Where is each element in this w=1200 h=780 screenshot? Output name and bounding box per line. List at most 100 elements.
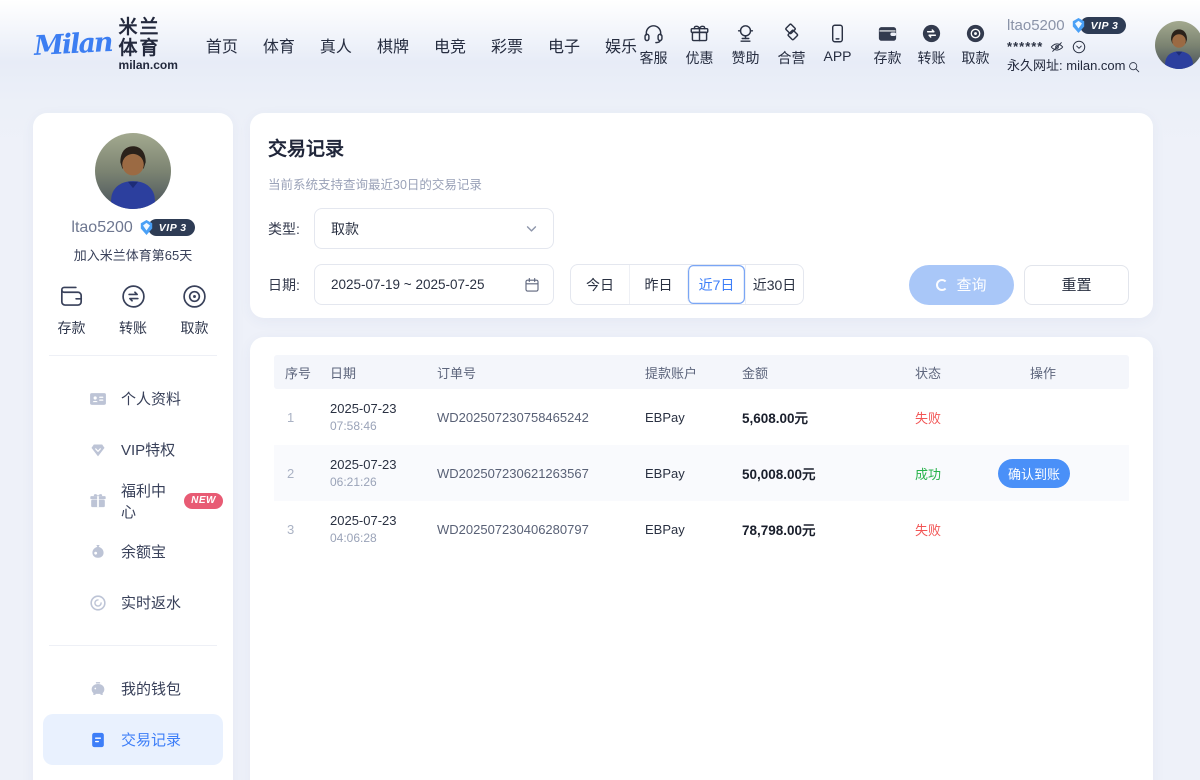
- walletlink-label: 取款: [962, 48, 990, 68]
- chevron-down-icon: [522, 219, 541, 238]
- sidebar-withdraw-button[interactable]: 取款: [180, 282, 209, 338]
- nav-item-chess[interactable]: 棋牌: [377, 33, 409, 57]
- range-30days-button[interactable]: 近30日: [745, 265, 803, 304]
- table-row: 3 2025-07-23 04:06:28 WD2025072304062807…: [274, 501, 1129, 557]
- row-account: EBPay: [645, 466, 742, 481]
- sidebar-item-rebate[interactable]: 实时返水: [43, 577, 223, 628]
- range-yesterday-button[interactable]: 昨日: [629, 265, 687, 304]
- walletlink-transfer[interactable]: 转账: [915, 22, 948, 68]
- nav-item-lottery[interactable]: 彩票: [491, 33, 523, 57]
- profile-vip-badge: VIP 3: [137, 218, 195, 237]
- range-today-button[interactable]: 今日: [571, 265, 629, 304]
- profile-avatar[interactable]: [95, 133, 171, 209]
- idcard-icon: [88, 389, 108, 409]
- site-url-text: 永久网址: milan.com: [1007, 59, 1125, 74]
- profile-section: ltao5200 VIP 3 加入米兰体育第65天: [33, 113, 233, 264]
- range-7days-button[interactable]: 近7日: [687, 265, 745, 304]
- nav-item-sports[interactable]: 体育: [263, 33, 295, 57]
- query-button[interactable]: 查询: [909, 265, 1014, 305]
- eye-off-icon[interactable]: [1049, 39, 1065, 55]
- quick-action-label: 取款: [181, 318, 209, 338]
- sidebar-item-bets[interactable]: 投注记录: [43, 765, 223, 780]
- sidebar-item-label: 交易记录: [121, 729, 181, 750]
- quick-action-label: 存款: [58, 318, 86, 338]
- sidebar-item-label: 实时返水: [121, 592, 181, 613]
- diamond-icon: [88, 440, 108, 460]
- trophy-icon: [734, 22, 757, 45]
- col-date: 日期: [330, 363, 437, 382]
- transfer-circle-icon: [119, 282, 148, 311]
- row-order-number: WD202507230621263567: [437, 466, 645, 481]
- quicklink-label: 合营: [778, 48, 806, 68]
- sidebar-item-benefits[interactable]: 福利中心 NEW: [43, 475, 223, 526]
- nav-item-entertainment[interactable]: 娱乐: [605, 33, 637, 57]
- username-text: ltao5200: [1007, 17, 1065, 34]
- quicklink-service[interactable]: 客服: [637, 22, 670, 68]
- type-label: 类型:: [268, 219, 314, 239]
- sidebar-item-label: 个人资料: [121, 388, 181, 409]
- quicklink-label: 赞助: [732, 48, 760, 68]
- piggy-wallet-icon: [88, 679, 108, 699]
- walletlink-label: 转账: [918, 48, 946, 68]
- nav-item-esports[interactable]: 电竞: [434, 33, 466, 57]
- type-select[interactable]: 取款: [314, 208, 554, 249]
- table-header: 序号 日期 订单号 提款账户 金额 状态 操作: [274, 355, 1129, 389]
- profile-username: ltao5200: [71, 219, 132, 237]
- quicklink-app[interactable]: APP: [821, 22, 854, 68]
- chevron-circle-icon[interactable]: [1071, 39, 1087, 55]
- moneybag-icon: [88, 542, 108, 562]
- topbar-right: 客服 优惠 赞助 合营 APP 存款: [637, 16, 1200, 74]
- row-date: 2025-07-23 06:21:26: [330, 457, 437, 489]
- nav-item-live[interactable]: 真人: [320, 33, 352, 57]
- reset-button-label: 重置: [1061, 274, 1091, 295]
- sidebar-menu: 个人资料 VIP特权 福利中心 NEW 余额宝 实时返水: [33, 373, 233, 628]
- col-order: 订单号: [437, 363, 645, 382]
- type-select-value: 取款: [331, 219, 522, 239]
- quicklink-sponsor[interactable]: 赞助: [729, 22, 762, 68]
- sidebar-transfer-button[interactable]: 转账: [119, 282, 148, 338]
- walletlink-label: 存款: [874, 48, 902, 68]
- row-time-value: 07:58:46: [330, 419, 437, 433]
- row-date-value: 2025-07-23: [330, 513, 437, 528]
- header-avatar[interactable]: [1155, 21, 1200, 69]
- sidebar-item-label: 福利中心: [121, 480, 171, 522]
- quick-links: 客服 优惠 赞助 合营 APP: [637, 22, 854, 68]
- row-amount: 78,798.00元: [742, 519, 915, 539]
- quicklink-label: APP: [824, 48, 852, 64]
- transfer-filled-icon: [920, 22, 943, 45]
- sidebar-item-transactions[interactable]: 交易记录: [43, 714, 223, 765]
- sidebar-item-profile[interactable]: 个人资料: [43, 373, 223, 424]
- row-index: 1: [274, 410, 330, 425]
- logo-cn-text: 米兰体育: [119, 18, 178, 59]
- row-order-number: WD202507230758465242: [437, 410, 645, 425]
- walletlink-withdraw[interactable]: 取款: [959, 22, 992, 68]
- quicklink-partner[interactable]: 合营: [775, 22, 808, 68]
- search-icon[interactable]: [1127, 60, 1141, 74]
- date-label: 日期:: [268, 275, 314, 295]
- join-days-text: 加入米兰体育第65天: [33, 245, 233, 264]
- nav-item-home[interactable]: 首页: [206, 33, 238, 57]
- query-button-label: 查询: [956, 274, 986, 295]
- sidebar-item-label: VIP特权: [121, 439, 175, 460]
- reset-button[interactable]: 重置: [1024, 265, 1129, 305]
- divider: [49, 355, 217, 356]
- sidebar-deposit-button[interactable]: 存款: [57, 282, 86, 338]
- row-amount: 50,008.00元: [742, 463, 915, 483]
- walletlink-deposit[interactable]: 存款: [871, 22, 904, 68]
- sidebar-item-vip[interactable]: VIP特权: [43, 424, 223, 475]
- sidebar-quick-actions: 存款 转账 取款: [33, 264, 233, 338]
- nav-item-slots[interactable]: 电子: [548, 33, 580, 57]
- confirm-receipt-button[interactable]: 确认到账: [998, 459, 1070, 488]
- sidebar-item-label: 余额宝: [121, 541, 166, 562]
- date-range-input[interactable]: 2025-07-19 ~ 2025-07-25: [314, 264, 554, 305]
- quick-action-label: 转账: [119, 318, 147, 338]
- page-subtitle: 当前系统支持查询最近30日的交易记录: [268, 174, 1129, 193]
- sidebar-item-yuebao[interactable]: 余额宝: [43, 526, 223, 577]
- sidebar-item-wallet[interactable]: 我的钱包: [43, 663, 223, 714]
- row-date-value: 2025-07-23: [330, 401, 437, 416]
- site-logo[interactable]: Milan 米兰体育 milan.com: [34, 18, 178, 72]
- wallet-outline-icon: [57, 282, 86, 311]
- headset-icon: [642, 22, 665, 45]
- quicklink-promo[interactable]: 优惠: [683, 22, 716, 68]
- top-bar: Milan 米兰体育 milan.com 首页 体育 真人 棋牌 电竞 彩票 电…: [0, 0, 1200, 90]
